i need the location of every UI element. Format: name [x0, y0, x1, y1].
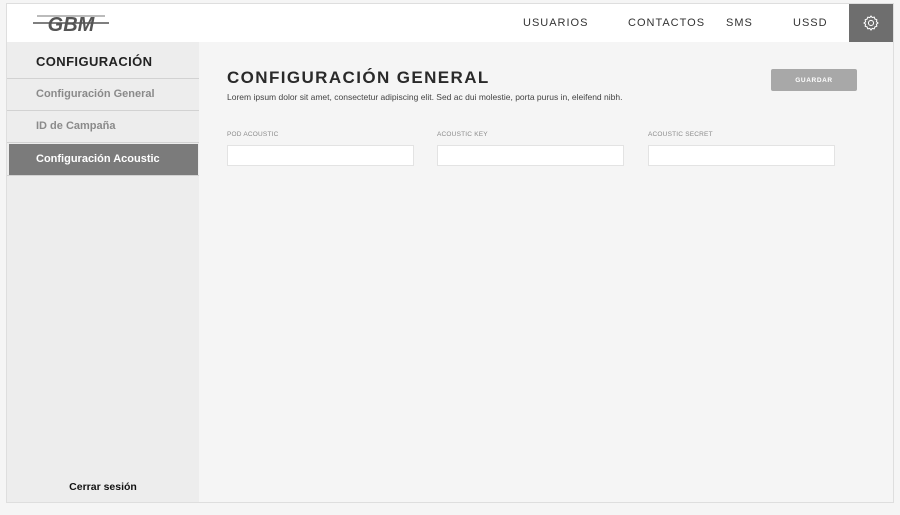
- acoustic-key-label: ACOUSTIC KEY: [437, 131, 488, 138]
- pod-acoustic-input[interactable]: [227, 145, 414, 166]
- nav-contactos[interactable]: CONTACTOS: [628, 4, 705, 42]
- gbm-logo[interactable]: GBM: [31, 10, 111, 36]
- app-window: GBM USUARIOS CONTACTOS SMS USSD CONFIGUR…: [6, 3, 894, 503]
- logo-text: GBM: [48, 14, 96, 36]
- gear-icon: [863, 15, 879, 31]
- page-title: CONFIGURACIÓN GENERAL: [227, 68, 490, 87]
- logo-graphic: GBM: [33, 14, 109, 36]
- sidebar-divider: [7, 175, 199, 176]
- page-description: Lorem ipsum dolor sit amet, consectetur …: [227, 92, 623, 102]
- sidebar-title: CONFIGURACIÓN: [36, 54, 153, 69]
- save-button[interactable]: GUARDAR: [771, 69, 857, 91]
- top-bar: GBM USUARIOS CONTACTOS SMS USSD: [7, 4, 893, 42]
- settings-button[interactable]: [849, 4, 893, 42]
- acoustic-secret-input[interactable]: [648, 145, 835, 166]
- sidebar-divider: [7, 142, 199, 143]
- sidebar-item-configuracion-acoustic[interactable]: Configuración Acoustic: [9, 144, 198, 175]
- pod-acoustic-label: POD ACOUSTIC: [227, 131, 279, 138]
- nav-ussd[interactable]: USSD: [793, 4, 828, 42]
- acoustic-secret-label: ACOUSTIC SECRET: [648, 131, 713, 138]
- logout-link[interactable]: Cerrar sesión: [7, 481, 199, 493]
- sidebar-item-id-campana[interactable]: ID de Campaña: [7, 110, 199, 141]
- nav-sms[interactable]: SMS: [726, 4, 753, 42]
- sidebar-item-configuracion-general[interactable]: Configuración General: [7, 78, 199, 109]
- nav-usuarios[interactable]: USUARIOS: [523, 4, 588, 42]
- sidebar: CONFIGURACIÓN Configuración General ID d…: [7, 42, 199, 502]
- acoustic-key-input[interactable]: [437, 145, 624, 166]
